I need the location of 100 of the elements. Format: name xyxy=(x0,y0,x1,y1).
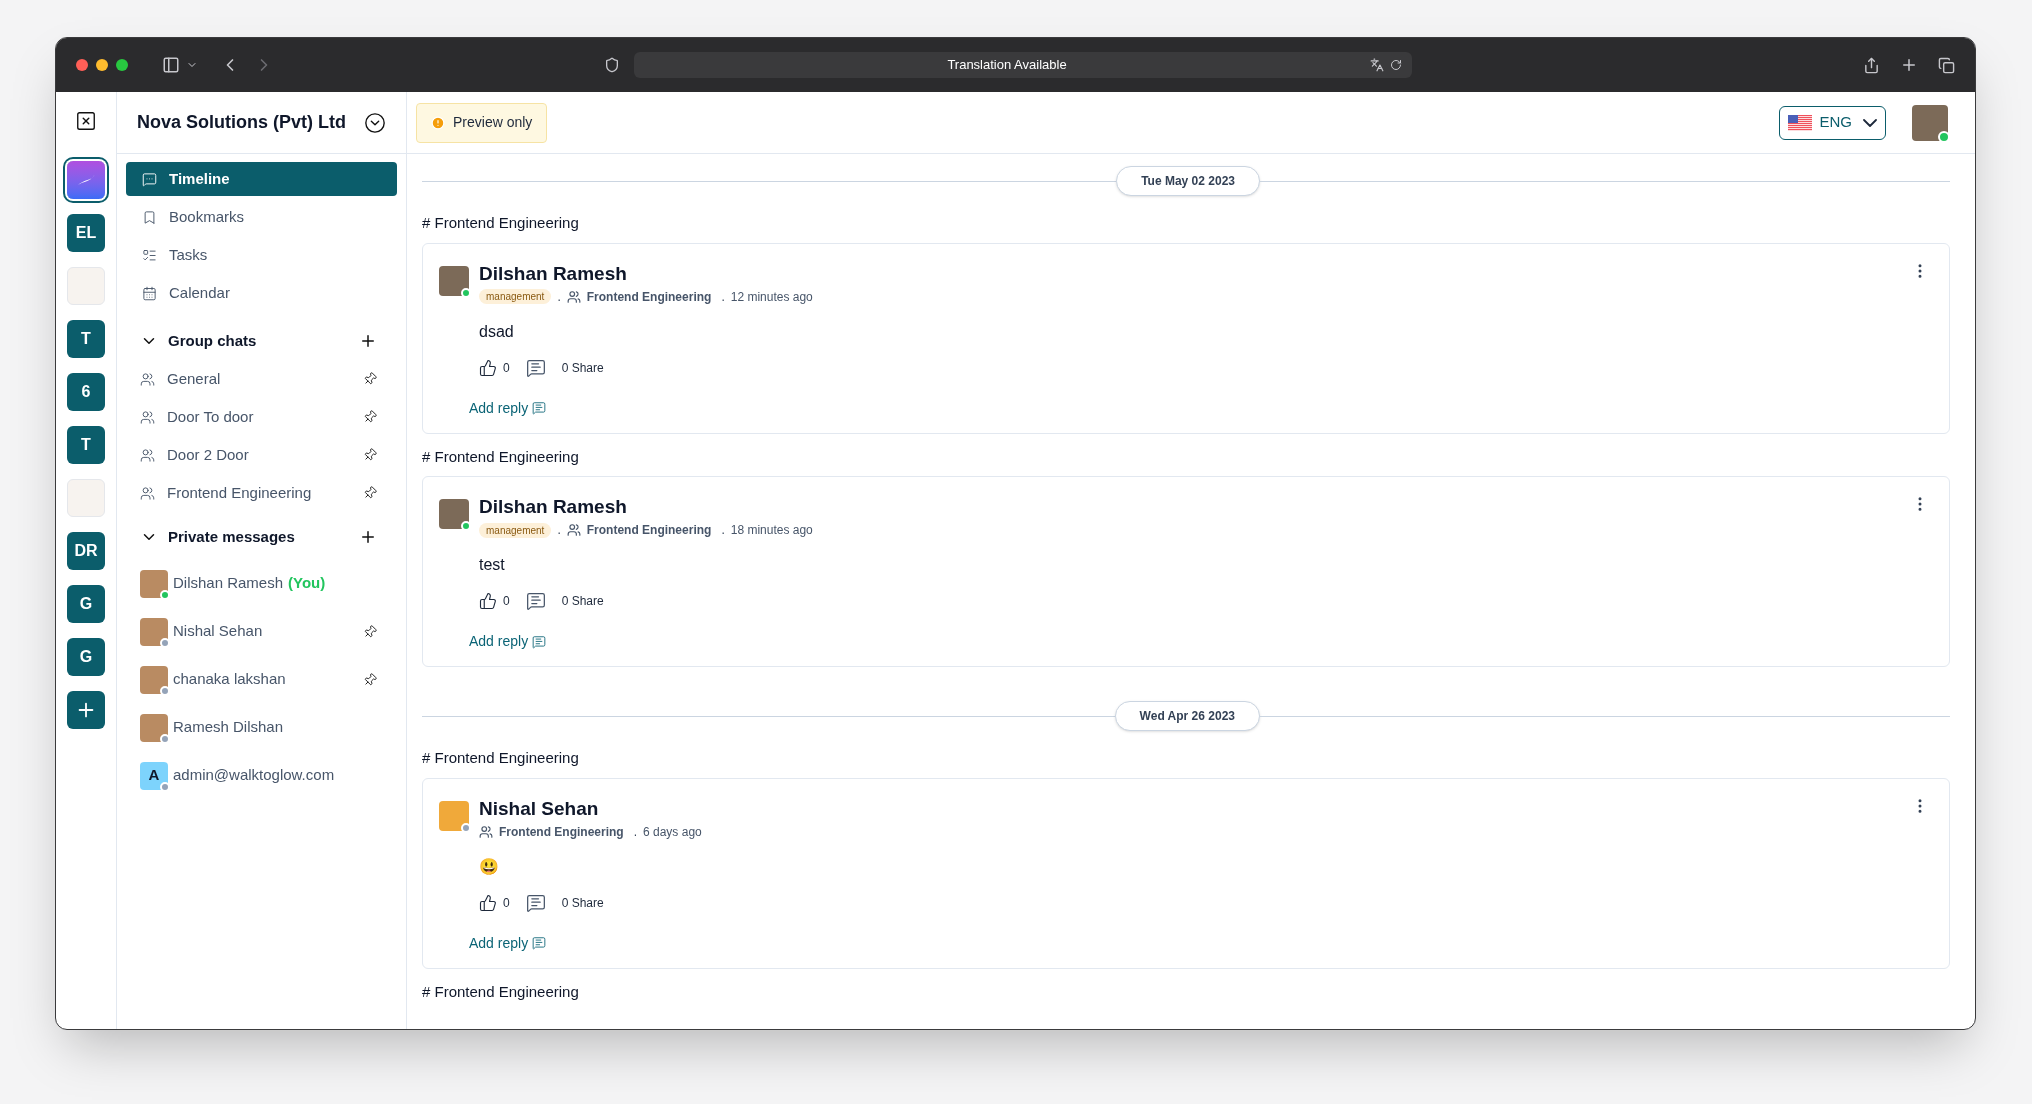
workspace-button[interactable]: DR xyxy=(67,532,105,570)
separator-dot: . xyxy=(633,823,637,841)
role-tag: management xyxy=(479,289,552,304)
group-icon xyxy=(566,523,581,537)
user-avatar-placeholder[interactable] xyxy=(1912,104,1948,141)
new-tab-icon[interactable] xyxy=(1900,56,1918,74)
workspace-button[interactable]: T xyxy=(67,426,105,464)
post-time: 12 minutes ago xyxy=(730,288,813,306)
group-icon xyxy=(140,447,155,463)
alert-icon xyxy=(431,115,445,130)
nav-item[interactable]: Tasks xyxy=(126,238,397,272)
letter-avatar: A xyxy=(140,761,168,790)
nav-item[interactable]: Calendar xyxy=(126,276,397,310)
like-button[interactable]: 0 xyxy=(479,358,510,377)
chat-item[interactable]: chanaka lakshan xyxy=(173,668,286,691)
chat-item[interactable]: Door To door xyxy=(167,405,254,429)
shield-icon[interactable] xyxy=(604,57,620,73)
separator-dot: . xyxy=(721,522,725,539)
chat-item[interactable]: Frontend Engineering xyxy=(167,481,312,505)
chevron-down-icon xyxy=(1863,118,1877,127)
chat-item[interactable]: admin@walktoglow.com xyxy=(173,764,335,787)
add-reply-link[interactable]: Add reply xyxy=(469,932,547,954)
author-name: Nishal Sehan xyxy=(479,796,600,821)
language-selector[interactable]: ENG xyxy=(1779,105,1886,140)
chat-item[interactable]: General xyxy=(167,367,221,391)
channel-heading: # Frontend Engineering xyxy=(422,446,580,467)
add-icon[interactable] xyxy=(359,332,377,350)
notice-text: Preview only xyxy=(453,113,533,132)
date-pill: Tue May 02 2023 xyxy=(1116,166,1260,196)
reload-icon[interactable] xyxy=(1390,59,1402,71)
nav-item[interactable]: Bookmarks xyxy=(126,200,397,234)
close-icon[interactable] xyxy=(75,110,97,132)
sidebar-toggle-icon[interactable] xyxy=(162,56,180,74)
section-title: Private messages xyxy=(168,526,296,547)
post-text: dsad xyxy=(479,321,515,342)
add-reply-link[interactable]: Add reply xyxy=(469,397,547,419)
like-button[interactable]: 0 xyxy=(479,893,510,912)
checklist-icon xyxy=(142,247,157,263)
share-button[interactable]: 0 Share xyxy=(561,592,604,610)
chat-item[interactable]: Door 2 Door xyxy=(167,443,249,467)
group-name: Frontend Engineering xyxy=(586,522,712,539)
address-text: Translation Available xyxy=(946,56,1068,75)
avatar-photo-placeholder xyxy=(140,617,168,646)
avatar-photo-placeholder xyxy=(439,800,469,831)
avatar-photo-placeholder xyxy=(140,713,168,742)
author-name: Dilshan Ramesh xyxy=(479,261,628,286)
section-title: Group chats xyxy=(168,330,258,351)
share-button[interactable]: 0 Share xyxy=(561,358,604,377)
translate-icon[interactable] xyxy=(1370,58,1384,72)
reply-icon xyxy=(532,634,547,649)
comment-icon[interactable] xyxy=(525,892,546,913)
chat-bubble-icon xyxy=(142,171,157,187)
flag-icon xyxy=(1788,114,1813,131)
channel-heading: # Frontend Engineering xyxy=(422,213,580,233)
group-icon xyxy=(479,824,493,839)
share-button[interactable]: 0 Share xyxy=(561,893,604,912)
role-tag: management xyxy=(479,522,552,538)
group-name: Frontend Engineering xyxy=(499,823,624,841)
post-text: 😃 xyxy=(479,856,500,877)
author-name: Dilshan Ramesh xyxy=(479,495,628,519)
nav-item[interactable]: Timeline xyxy=(126,162,397,196)
organization-name: Nova Solutions (Pvt) Ltd xyxy=(137,111,347,134)
avatar-photo-placeholder xyxy=(439,499,469,529)
chat-item[interactable]: Ramesh Dilshan xyxy=(173,716,284,739)
you-label: (You) xyxy=(288,573,326,594)
address-bar[interactable]: Translation Available xyxy=(634,52,1412,78)
post-time: 18 minutes ago xyxy=(730,522,813,539)
post-text: test xyxy=(479,555,506,575)
add-icon[interactable] xyxy=(359,528,377,546)
share-icon[interactable] xyxy=(1863,56,1880,74)
workspace-button[interactable]: G xyxy=(67,638,105,676)
add-workspace-button[interactable] xyxy=(67,691,105,729)
date-pill: Wed Apr 26 2023 xyxy=(1114,701,1260,731)
workspace-button[interactable]: G xyxy=(67,585,105,623)
avatar-photo-placeholder xyxy=(140,569,168,598)
workspace-button[interactable]: EL xyxy=(67,214,105,252)
reply-icon xyxy=(532,401,547,415)
group-name: Frontend Engineering xyxy=(586,288,712,306)
chat-item[interactable]: Dilshan Ramesh xyxy=(173,572,284,595)
group-icon xyxy=(140,371,155,387)
channel-heading: # Frontend Engineering xyxy=(422,748,580,768)
separator-dot: . xyxy=(557,288,561,306)
reply-icon xyxy=(532,936,547,950)
post-time: 6 days ago xyxy=(643,823,702,841)
calendar-icon xyxy=(142,285,157,301)
separator-dot: . xyxy=(721,288,725,306)
comment-icon[interactable] xyxy=(525,591,546,611)
workspace-button[interactable]: 6 xyxy=(67,373,105,411)
bookmark-icon xyxy=(142,209,157,225)
org-menu-icon[interactable] xyxy=(364,111,386,134)
group-icon xyxy=(140,409,155,425)
tabs-overview-icon[interactable] xyxy=(1938,56,1955,74)
separator-dot: . xyxy=(557,522,561,539)
add-reply-link[interactable]: Add reply xyxy=(469,631,547,652)
comment-icon[interactable] xyxy=(525,357,546,378)
workspace-button[interactable]: T xyxy=(67,320,105,358)
channel-heading: # Frontend Engineering xyxy=(422,981,580,1002)
chat-item[interactable]: Nishal Sehan xyxy=(173,620,263,643)
avatar-photo-placeholder xyxy=(439,265,469,296)
group-icon xyxy=(566,289,581,304)
